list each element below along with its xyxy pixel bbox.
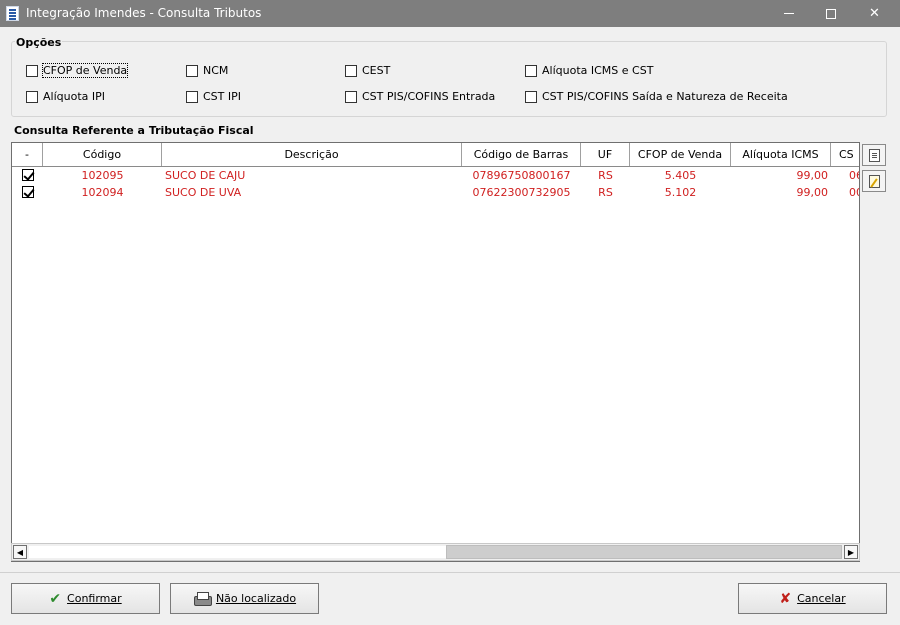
title-bar: Integração Imendes - Consulta Tributos ✕ bbox=[0, 0, 900, 27]
confirmar-button[interactable]: ✔ Confirmar bbox=[11, 583, 160, 614]
option-aliquota-icms-cst[interactable]: Alíquota ICMS e CST bbox=[525, 64, 653, 77]
checkbox[interactable] bbox=[186, 90, 198, 103]
row-select-checkbox[interactable] bbox=[21, 169, 34, 181]
checkbox[interactable] bbox=[345, 64, 357, 77]
option-aliquota-ipi[interactable]: Alíquota IPI bbox=[26, 90, 105, 103]
app-icon bbox=[6, 6, 19, 21]
option-ncm[interactable]: NCM bbox=[186, 64, 228, 77]
checkbox[interactable] bbox=[186, 64, 198, 77]
maximize-button[interactable] bbox=[808, 0, 853, 27]
column-header-aliquota-icms[interactable]: Alíquota ICMS bbox=[731, 143, 831, 166]
column-header-select[interactable]: - bbox=[12, 143, 43, 166]
arrow-left-icon: ◀ bbox=[16, 547, 24, 557]
cell-uf: RS bbox=[598, 169, 613, 182]
cell-cfop: 5.102 bbox=[664, 186, 697, 199]
cell-codigo-barras: 07622300732905 bbox=[472, 186, 571, 199]
option-cest[interactable]: CEST bbox=[345, 64, 390, 77]
cell-aliquota-icms: 99,00 bbox=[796, 169, 829, 182]
table-row[interactable]: 102095 SUCO DE CAJU 07896750800167 RS 5.… bbox=[12, 167, 859, 184]
cell-codigo: 102095 bbox=[81, 169, 124, 182]
close-button[interactable]: ✕ bbox=[852, 0, 897, 27]
column-header-uf[interactable]: UF bbox=[581, 143, 630, 166]
column-header-descricao[interactable]: Descrição bbox=[162, 143, 462, 166]
row-select-checkbox[interactable] bbox=[21, 186, 34, 198]
x-icon: ✘ bbox=[779, 590, 792, 607]
maximize-icon bbox=[825, 8, 836, 19]
scroll-track[interactable] bbox=[29, 546, 446, 558]
option-cst-pis-cofins-entrada[interactable]: CST PIS/COFINS Entrada bbox=[345, 90, 495, 103]
checkbox[interactable] bbox=[26, 90, 38, 103]
column-header-codigo-barras[interactable]: Código de Barras bbox=[462, 143, 581, 166]
column-header-codigo[interactable]: Código bbox=[43, 143, 162, 166]
checkbox[interactable] bbox=[345, 90, 357, 103]
cell-cfop: 5.405 bbox=[664, 169, 697, 182]
cell-uf: RS bbox=[598, 186, 613, 199]
view-details-button[interactable] bbox=[862, 144, 886, 166]
minimize-icon bbox=[783, 13, 794, 14]
grid-header: - Código Descrição Código de Barras UF C… bbox=[12, 143, 859, 167]
option-cfop-venda[interactable]: CFOP de Venda bbox=[26, 63, 129, 78]
scroll-right-button[interactable]: ▶ bbox=[844, 545, 858, 559]
scroll-thumb[interactable] bbox=[446, 545, 842, 559]
checkbox[interactable] bbox=[525, 90, 537, 103]
cell-cst: 06 bbox=[849, 169, 859, 182]
nao-localizado-button[interactable]: Não localizado bbox=[170, 583, 319, 614]
scroll-left-button[interactable]: ◀ bbox=[13, 545, 27, 559]
cell-cst: 00 bbox=[849, 186, 859, 199]
cancelar-button[interactable]: ✘ Cancelar bbox=[738, 583, 887, 614]
arrow-right-icon: ▶ bbox=[847, 547, 855, 557]
edit-button[interactable] bbox=[862, 170, 886, 192]
option-cst-ipi[interactable]: CST IPI bbox=[186, 90, 241, 103]
column-header-cst[interactable]: CS bbox=[831, 143, 859, 166]
footer-separator bbox=[0, 572, 900, 573]
cell-descricao: SUCO DE UVA bbox=[165, 186, 242, 199]
options-group: Opções CFOP de Venda NCM CEST Alíquota I… bbox=[11, 37, 887, 117]
checkbox[interactable] bbox=[525, 64, 537, 77]
checkbox[interactable] bbox=[26, 64, 38, 77]
edit-icon bbox=[868, 174, 880, 188]
table-row[interactable]: 102094 SUCO DE UVA 07622300732905 RS 5.1… bbox=[12, 184, 859, 201]
printer-icon bbox=[193, 591, 212, 606]
cell-descricao: SUCO DE CAJU bbox=[165, 169, 246, 182]
check-icon: ✔ bbox=[49, 590, 62, 607]
grid-section-title: Consulta Referente a Tributação Fiscal bbox=[14, 124, 254, 137]
window-title: Integração Imendes - Consulta Tributos bbox=[26, 6, 262, 20]
cell-aliquota-icms: 99,00 bbox=[796, 186, 829, 199]
horizontal-scrollbar[interactable]: ◀ ▶ bbox=[11, 543, 860, 561]
tributos-grid[interactable]: - Código Descrição Código de Barras UF C… bbox=[11, 142, 860, 562]
column-header-cfop-venda[interactable]: CFOP de Venda bbox=[630, 143, 731, 166]
option-cst-pis-cofins-saida[interactable]: CST PIS/COFINS Saída e Natureza de Recei… bbox=[525, 90, 788, 103]
cell-codigo-barras: 07896750800167 bbox=[472, 169, 571, 182]
document-icon bbox=[868, 148, 880, 162]
minimize-button[interactable] bbox=[766, 0, 811, 27]
cell-codigo: 102094 bbox=[81, 186, 124, 199]
options-legend: Opções bbox=[15, 36, 63, 49]
close-icon: ✕ bbox=[869, 6, 880, 21]
